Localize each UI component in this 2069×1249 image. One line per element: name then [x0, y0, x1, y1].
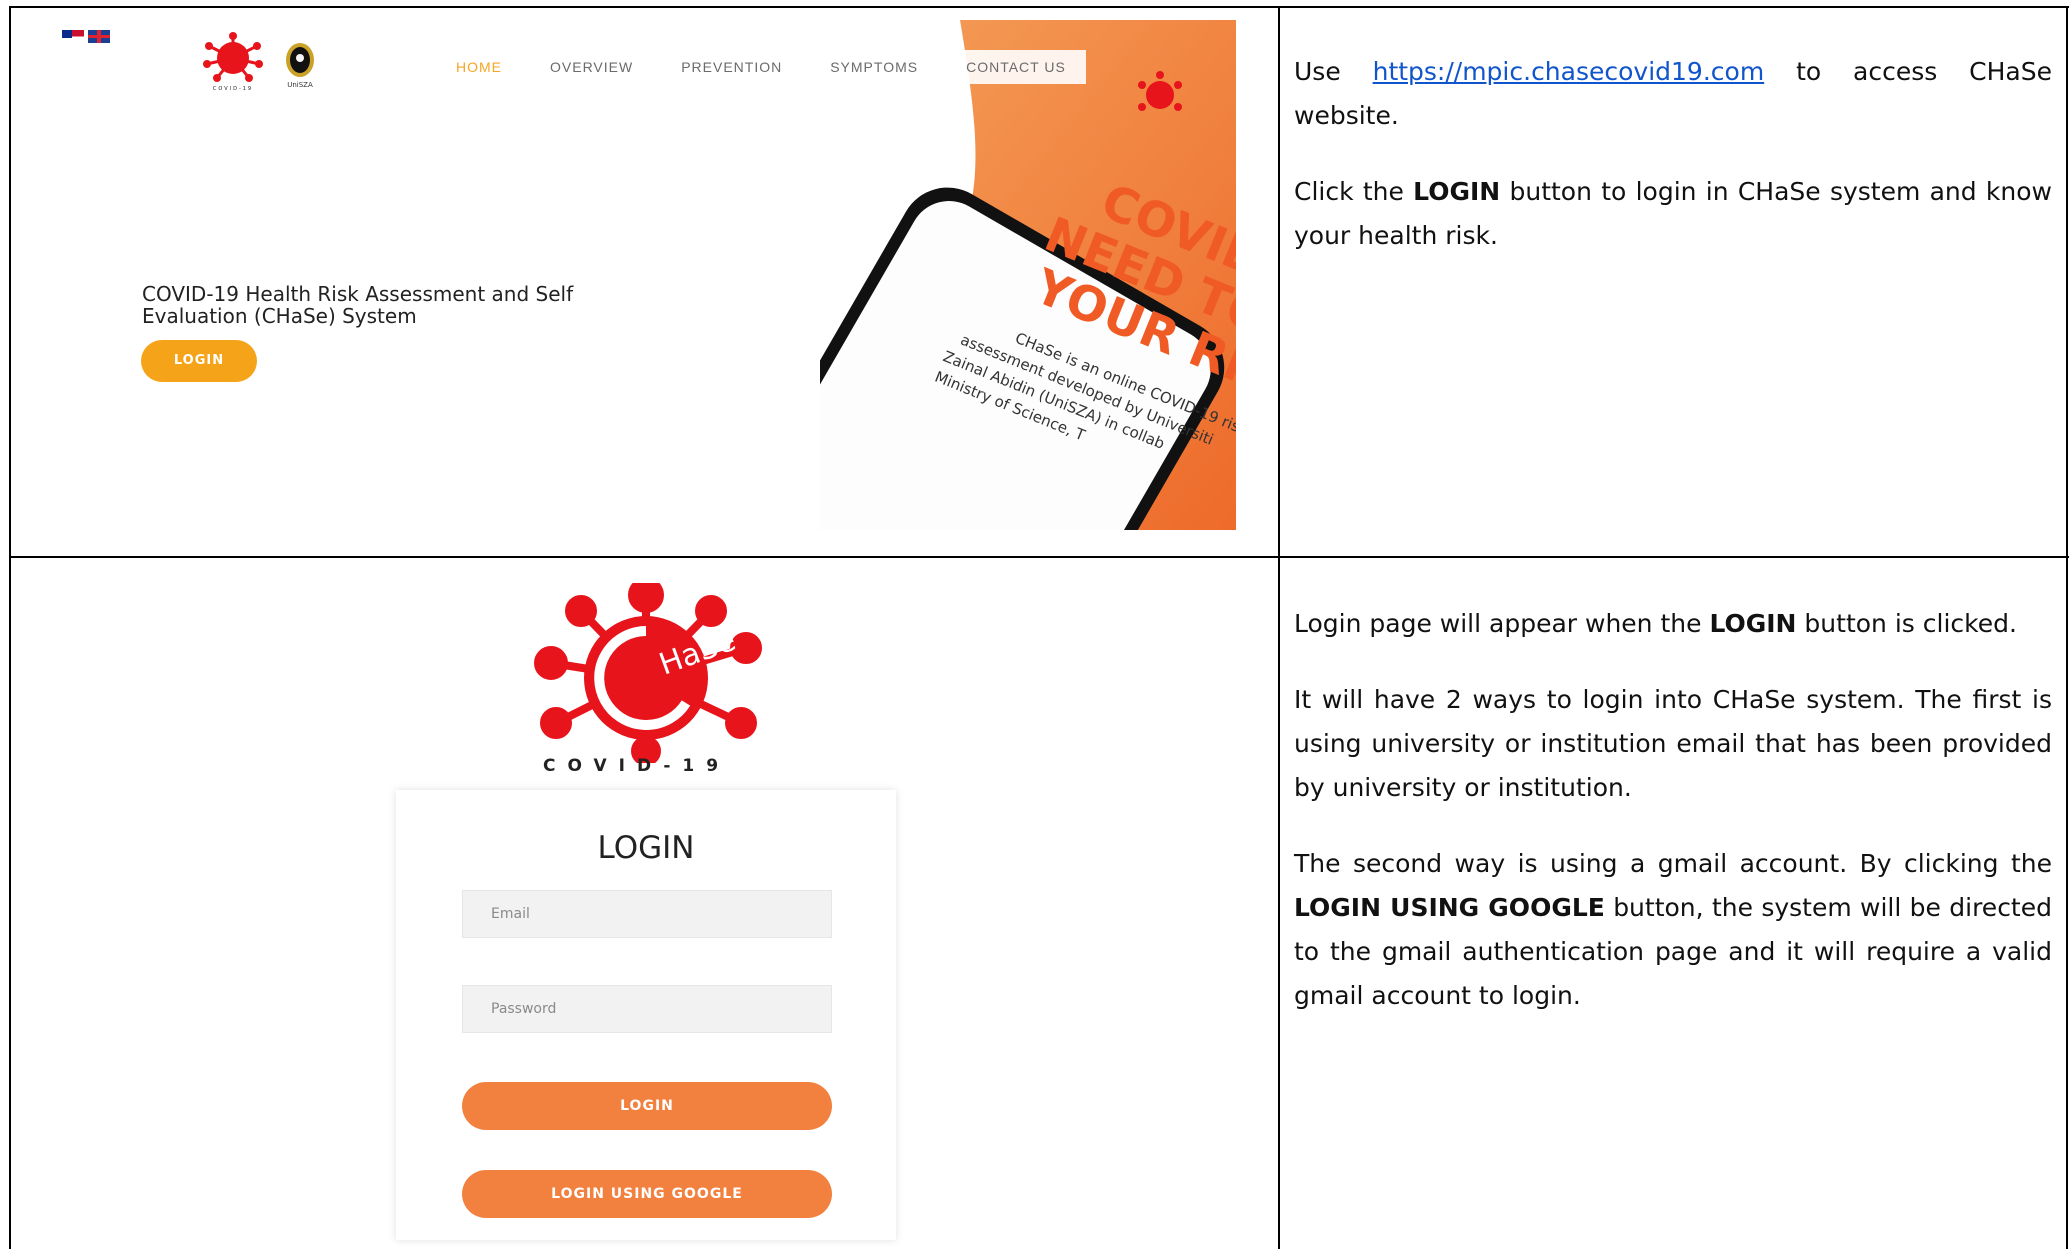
email-field[interactable]: Email: [462, 890, 832, 938]
table-column-divider: [1278, 6, 1280, 1249]
nav-contact-us[interactable]: CONTACT US: [966, 59, 1066, 75]
row2-description: Login page will appear when the LOGIN bu…: [1294, 602, 2052, 1050]
uk-flag-icon[interactable]: [88, 30, 110, 43]
row1-description: Use https://mpic.chasecovid19.com to acc…: [1294, 50, 2052, 290]
hero-phone-illustration: COVID-19 NEED TO KN YOUR RISK CHaSe is a…: [820, 20, 1236, 530]
language-flags[interactable]: [62, 30, 110, 43]
unisza-logo: UniSZA: [286, 43, 314, 89]
table-right-border: [2066, 6, 2068, 1249]
login-page-screenshot: HaSe COVID-19 LOGIN Email Password LOGIN…: [396, 583, 906, 1240]
login-title: LOGIN: [597, 830, 695, 866]
homepage-screenshot: COVID-19 UniSZA COVID-19 NEED TO KN YOUR…: [60, 20, 1236, 530]
row2-paragraph-3: The second way is using a gmail account.…: [1294, 849, 2052, 1010]
row2-paragraph-2: It will have 2 ways to login into CHaSe …: [1294, 685, 2052, 802]
chase-logo-large: HaSe: [534, 583, 762, 763]
row1-paragraph-2: Click the LOGIN button to login in CHaSe…: [1294, 177, 2052, 250]
hero-title: COVID-19 Health Risk Assessment and Self…: [142, 282, 574, 328]
chase-logo-small: COVID-19: [203, 32, 263, 92]
chase-website-link[interactable]: https://mpic.chasecovid19.com: [1373, 57, 1765, 86]
hero-login-button[interactable]: LOGIN: [141, 340, 257, 382]
nav-home[interactable]: HOME: [456, 59, 502, 75]
svg-text:COVID-19: COVID-19: [213, 86, 253, 92]
table-top-border: [9, 6, 2069, 8]
row2-paragraph-1: Login page will appear when the LOGIN bu…: [1294, 609, 2017, 638]
login-button[interactable]: LOGIN: [462, 1082, 832, 1130]
table-left-border: [9, 6, 11, 1249]
password-field[interactable]: Password: [462, 985, 832, 1033]
nav-symptoms[interactable]: SYMPTOMS: [830, 59, 918, 75]
covid-19-caption: COVID-19: [543, 756, 731, 776]
svg-text:UniSZA: UniSZA: [287, 81, 313, 89]
nav-prevention[interactable]: PREVENTION: [681, 59, 782, 75]
row1-paragraph-1: Use https://mpic.chasecovid19.com to acc…: [1294, 57, 2052, 130]
login-using-google-button[interactable]: LOGIN USING GOOGLE: [462, 1170, 832, 1218]
table-row-divider: [9, 556, 2069, 558]
top-navigation: HOME OVERVIEW PREVENTION SYMPTOMS CONTAC…: [456, 50, 1086, 84]
nav-overview[interactable]: OVERVIEW: [550, 59, 633, 75]
login-card: LOGIN Email Password LOGIN LOGIN USING G…: [396, 790, 896, 1240]
malaysia-flag-icon[interactable]: [62, 30, 84, 43]
